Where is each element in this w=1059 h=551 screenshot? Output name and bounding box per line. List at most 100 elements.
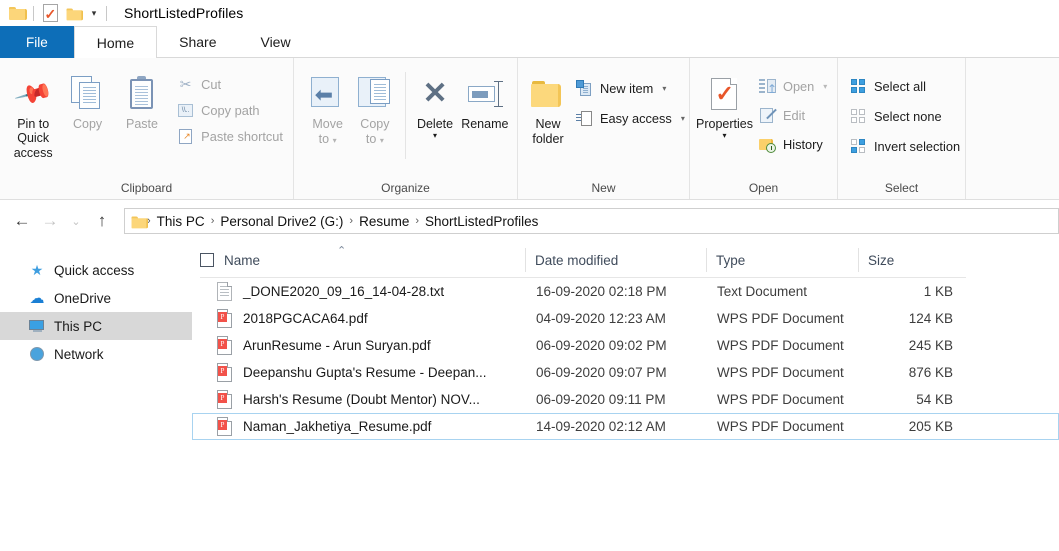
copy-path-button[interactable]: \\.. Copy path bbox=[173, 100, 287, 121]
column-header-size[interactable]: Size bbox=[858, 242, 958, 278]
new-item-button[interactable]: New item ▾ bbox=[572, 78, 689, 99]
new-folder-icon bbox=[530, 72, 566, 116]
move-to-icon: ⬅ bbox=[309, 72, 347, 116]
breadcrumb[interactable]: › This PC › Personal Drive2 (G:) › Resum… bbox=[124, 208, 1059, 234]
title-bar: ✓ ▾ ShortListedProfiles bbox=[0, 0, 1059, 26]
tab-file[interactable]: File bbox=[0, 26, 74, 58]
delete-icon: ✕ bbox=[422, 77, 448, 110]
sidebar-item-this-pc[interactable]: This PC bbox=[0, 312, 192, 340]
tab-home[interactable]: Home bbox=[73, 26, 158, 58]
properties-caret[interactable]: ▾ bbox=[722, 132, 726, 140]
properties-button[interactable]: ✓ Properties ▾ bbox=[696, 66, 753, 140]
copy-to-label-2: to ▾ bbox=[365, 132, 384, 146]
scissors-icon: ✂ bbox=[179, 76, 192, 92]
copy-to-button[interactable]: Copy to ▾ bbox=[351, 66, 398, 148]
file-date-cell: 06-09-2020 09:11 PM bbox=[536, 392, 666, 407]
back-button[interactable]: ← bbox=[8, 207, 36, 235]
pin-to-quick-access-button[interactable]: 📌 Pin to Quick access bbox=[6, 66, 60, 160]
invert-selection-icon bbox=[850, 138, 867, 155]
sort-ascending-icon: ⌃ bbox=[337, 245, 347, 257]
rename-icon bbox=[467, 72, 503, 116]
forward-button[interactable]: → bbox=[36, 207, 64, 235]
breadcrumb-item-this-pc[interactable]: This PC bbox=[152, 214, 210, 229]
network-globe-icon bbox=[28, 345, 46, 363]
customize-quick-access-caret[interactable]: ▾ bbox=[87, 8, 101, 19]
pin-icon: 📌 bbox=[12, 73, 54, 114]
sidebar-item-network[interactable]: Network bbox=[0, 340, 192, 368]
breadcrumb-item-resume[interactable]: Resume bbox=[354, 214, 414, 229]
ribbon-group-select: Select all Select none Invert selection … bbox=[838, 58, 966, 199]
select-none-label: Select none bbox=[874, 109, 942, 124]
sidebar-item-onedrive[interactable]: ☁ OneDrive bbox=[0, 284, 192, 312]
delete-caret[interactable]: ▾ bbox=[433, 132, 437, 140]
select-none-button[interactable]: Select none bbox=[846, 106, 964, 127]
table-row[interactable]: P Deepanshu Gupta's Resume - Deepan... 0… bbox=[192, 359, 1059, 386]
file-date-cell: 06-09-2020 09:07 PM bbox=[536, 365, 667, 380]
column-header-type-label: Type bbox=[716, 252, 746, 268]
table-row[interactable]: P Naman_Jakhetiya_Resume.pdf 14-09-2020 … bbox=[192, 413, 1059, 440]
edit-button[interactable]: Edit bbox=[755, 105, 831, 126]
group-label-select: Select bbox=[884, 181, 919, 195]
paste-button[interactable]: Paste bbox=[115, 66, 169, 131]
history-icon bbox=[758, 136, 776, 153]
paste-shortcut-label: Paste shortcut bbox=[201, 129, 283, 144]
file-name-text: _DONE2020_09_16_14-04-28.txt bbox=[243, 284, 445, 299]
delete-label: Delete bbox=[416, 117, 454, 131]
new-item-label: New item bbox=[600, 81, 654, 96]
paste-shortcut-icon: ↗ bbox=[177, 128, 194, 145]
history-button[interactable]: History bbox=[755, 134, 831, 155]
tab-view[interactable]: View bbox=[238, 26, 312, 58]
properties-icon: ✓ bbox=[711, 72, 738, 116]
file-type-cell: WPS PDF Document bbox=[717, 419, 844, 434]
explorer-content: ★ Quick access ☁ OneDrive This PC Networ bbox=[0, 242, 1059, 551]
ribbon-tabstrip: File Home Share View bbox=[0, 26, 1059, 58]
invert-selection-button[interactable]: Invert selection bbox=[846, 136, 964, 157]
open-button[interactable]: ↥ Open ▾ bbox=[755, 76, 831, 97]
new-item-caret[interactable]: ▾ bbox=[662, 84, 666, 93]
tab-share[interactable]: Share bbox=[157, 26, 238, 58]
paste-label: Paste bbox=[125, 117, 158, 131]
rename-label: Rename bbox=[461, 117, 509, 131]
invert-selection-label: Invert selection bbox=[874, 139, 961, 154]
table-row[interactable]: P ArunResume - Arun Suryan.pdf 06-09-202… bbox=[192, 332, 1059, 359]
copy-to-caret[interactable]: ▾ bbox=[380, 136, 384, 145]
column-header-name[interactable]: Name ⌃ bbox=[192, 242, 525, 278]
new-folder-button[interactable]: New folder bbox=[530, 66, 566, 146]
table-row[interactable]: _DONE2020_09_16_14-04-28.txt 16-09-2020 … bbox=[192, 278, 1059, 305]
pdf-file-icon: P bbox=[217, 363, 234, 382]
select-all-button[interactable]: Select all bbox=[846, 76, 964, 97]
breadcrumb-item-personal-drive2[interactable]: Personal Drive2 (G:) bbox=[215, 214, 348, 229]
cut-button[interactable]: ✂ Cut bbox=[173, 74, 287, 95]
delete-button[interactable]: ✕ Delete ▾ bbox=[411, 66, 458, 140]
ribbon-group-organize: ⬅ Move to ▾ Copy to ▾ ✕ Delete ▾ Rename … bbox=[294, 58, 518, 199]
sidebar-label-this-pc: This PC bbox=[54, 318, 103, 334]
paste-icon bbox=[125, 72, 159, 116]
file-size-cell: 876 KB bbox=[908, 365, 953, 380]
table-row[interactable]: P 2018PGCACA64.pdf 04-09-2020 12:23 AM W… bbox=[192, 305, 1059, 332]
easy-access-caret[interactable]: ▾ bbox=[681, 114, 685, 123]
open-caret[interactable]: ▾ bbox=[823, 82, 827, 91]
group-label-new: New bbox=[591, 181, 616, 195]
quick-access-new-folder-icon[interactable] bbox=[61, 7, 83, 20]
paste-shortcut-button[interactable]: ↗ Paste shortcut bbox=[173, 126, 287, 147]
select-all-checkbox[interactable] bbox=[200, 253, 214, 267]
column-header-type[interactable]: Type bbox=[706, 242, 858, 278]
pdf-file-icon: P bbox=[217, 309, 234, 328]
easy-access-icon bbox=[576, 110, 593, 127]
up-button[interactable]: ↑ bbox=[88, 207, 116, 235]
easy-access-button[interactable]: Easy access ▾ bbox=[572, 108, 689, 129]
file-name-text: ArunResume - Arun Suryan.pdf bbox=[243, 338, 431, 353]
copy-button[interactable]: Copy bbox=[60, 66, 114, 131]
move-to-button[interactable]: ⬅ Move to ▾ bbox=[304, 66, 351, 148]
column-header-date-modified[interactable]: Date modified bbox=[525, 242, 706, 278]
address-bar: ← → ⌄ ↑ › This PC › Personal Drive2 (G:)… bbox=[0, 200, 1059, 242]
sidebar-item-quick-access[interactable]: ★ Quick access bbox=[0, 256, 192, 284]
table-row[interactable]: P Harsh's Resume (Doubt Mentor) NOV... 0… bbox=[192, 386, 1059, 413]
cloud-icon: ☁ bbox=[29, 289, 45, 307]
rename-button[interactable]: Rename bbox=[459, 66, 511, 131]
recent-locations-button[interactable]: ⌄ bbox=[64, 207, 88, 235]
breadcrumb-item-shortlistedprofiles[interactable]: ShortListedProfiles bbox=[420, 214, 543, 229]
move-to-caret[interactable]: ▾ bbox=[333, 136, 337, 145]
ribbon-filler bbox=[966, 58, 1059, 199]
quick-access-properties-icon[interactable]: ✓ bbox=[39, 4, 61, 22]
